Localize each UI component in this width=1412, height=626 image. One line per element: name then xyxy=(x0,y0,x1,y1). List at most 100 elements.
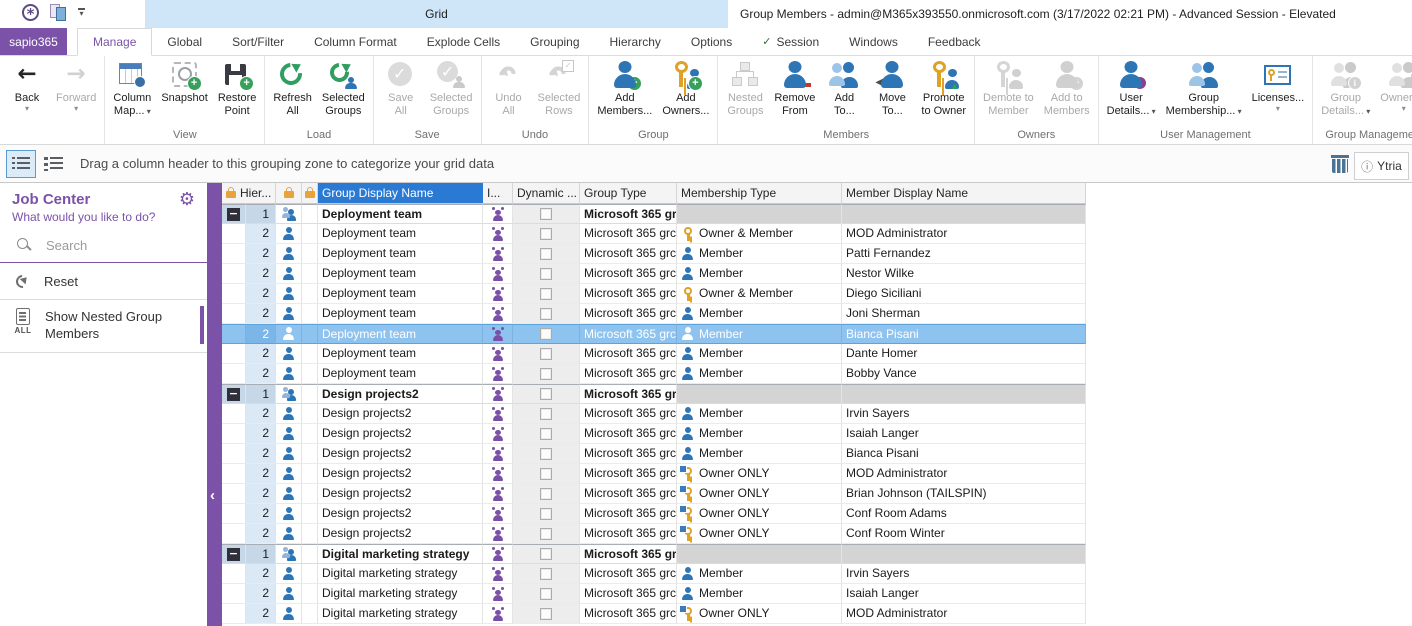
dynamic-membership-checkbox[interactable] xyxy=(540,228,552,240)
dynamic-membership-checkbox[interactable] xyxy=(540,588,552,600)
group-type-cell[interactable]: Microsoft 365 grc xyxy=(580,404,677,424)
grid-row[interactable]: 2Design projects2Microsoft 365 grcOwner … xyxy=(222,484,1086,504)
grid-row[interactable]: 2Digital marketing strategyMicrosoft 365… xyxy=(222,604,1086,624)
group-display-name-cell[interactable]: Design projects2 xyxy=(318,524,483,544)
grid-row[interactable]: 2Deployment teamMicrosoft 365 grcMemberN… xyxy=(222,264,1086,284)
row-type-icon-cell[interactable] xyxy=(276,284,302,304)
contextual-tab-band[interactable]: Grid xyxy=(145,0,728,28)
member-display-name-cell[interactable]: MOD Administrator xyxy=(842,224,1086,244)
hierarchy-level-cell[interactable]: 2 xyxy=(246,484,276,504)
dynamic-checkbox-cell[interactable] xyxy=(513,304,580,324)
member-display-name-cell[interactable]: MOD Administrator xyxy=(842,464,1086,484)
row-type-icon-cell[interactable] xyxy=(276,584,302,604)
m365-icon-cell[interactable] xyxy=(483,604,513,624)
group-display-name-cell[interactable]: Deployment team xyxy=(318,324,483,344)
group-display-name-cell[interactable]: Deployment team xyxy=(318,304,483,324)
m365-icon-cell[interactable] xyxy=(483,324,513,344)
spacer-cell[interactable] xyxy=(302,244,318,264)
ribbon-button-user-details[interactable]: UserDetails... ▾ xyxy=(1102,58,1161,118)
group-type-cell[interactable]: Microsoft 365 grc xyxy=(580,424,677,444)
group-display-name-cell[interactable]: Digital marketing strategy xyxy=(318,604,483,624)
spacer-cell[interactable] xyxy=(302,444,318,464)
hierarchy-expand-cell[interactable] xyxy=(222,464,246,484)
row-type-icon-cell[interactable] xyxy=(276,244,302,264)
row-type-icon-cell[interactable] xyxy=(276,224,302,244)
row-type-icon-cell[interactable] xyxy=(276,604,302,624)
member-display-name-cell[interactable] xyxy=(842,384,1086,404)
hierarchy-level-cell[interactable]: 2 xyxy=(246,564,276,584)
group-display-name-cell[interactable]: Digital marketing strategy xyxy=(318,544,483,564)
grid-row[interactable]: 2Design projects2Microsoft 365 grcOwner … xyxy=(222,464,1086,484)
dynamic-membership-checkbox[interactable] xyxy=(540,328,552,340)
sidebar-splitter[interactable]: ‹ xyxy=(207,183,222,626)
membership-type-cell[interactable]: Member xyxy=(677,404,842,424)
sidebar-item-show-nested-group-members[interactable]: ALL Show Nested Group Members xyxy=(0,300,207,353)
spacer-cell[interactable] xyxy=(302,224,318,244)
tab-column-format[interactable]: Column Format xyxy=(299,28,412,55)
group-display-name-cell[interactable]: Deployment team xyxy=(318,264,483,284)
dynamic-membership-checkbox[interactable] xyxy=(540,528,552,540)
membership-type-cell[interactable]: Owner ONLY xyxy=(677,604,842,624)
flat-list-icon[interactable] xyxy=(38,150,68,178)
hierarchy-level-cell[interactable]: 1 xyxy=(246,384,276,404)
spacer-cell[interactable] xyxy=(302,604,318,624)
row-type-icon-cell[interactable] xyxy=(276,324,302,344)
dynamic-checkbox-cell[interactable] xyxy=(513,344,580,364)
tab-hierarchy[interactable]: Hierarchy xyxy=(595,28,676,55)
hierarchy-level-cell[interactable]: 2 xyxy=(246,444,276,464)
tab-session[interactable]: ✓Session xyxy=(747,28,834,55)
row-type-icon-cell[interactable] xyxy=(276,364,302,384)
group-type-cell[interactable]: Microsoft 365 grc xyxy=(580,564,677,584)
dynamic-checkbox-cell[interactable] xyxy=(513,444,580,464)
ytria-brand-button[interactable]: ⓘYtria xyxy=(1354,152,1409,180)
hierarchy-level-cell[interactable]: 2 xyxy=(246,344,276,364)
spacer-cell[interactable] xyxy=(302,284,318,304)
sidebar-item-reset[interactable]: Reset xyxy=(0,263,207,300)
trash-icon[interactable] xyxy=(1332,155,1348,173)
m365-icon-cell[interactable] xyxy=(483,384,513,404)
group-type-cell[interactable]: Microsoft 365 grc xyxy=(580,284,677,304)
tab-options[interactable]: Options xyxy=(676,28,747,55)
dynamic-checkbox-cell[interactable] xyxy=(513,584,580,604)
ribbon-button-add-owners[interactable]: AddOwners... xyxy=(657,58,714,118)
spacer-cell[interactable] xyxy=(302,564,318,584)
membership-type-cell[interactable]: Owner ONLY xyxy=(677,464,842,484)
membership-type-cell[interactable] xyxy=(677,384,842,404)
row-type-icon-cell[interactable] xyxy=(276,484,302,504)
group-display-name-cell[interactable]: Design projects2 xyxy=(318,464,483,484)
dynamic-checkbox-cell[interactable] xyxy=(513,484,580,504)
column-header-dynamic[interactable]: Dynamic ... xyxy=(513,183,580,203)
hierarchy-expand-cell[interactable] xyxy=(222,424,246,444)
hierarchy-level-cell[interactable]: 2 xyxy=(246,464,276,484)
group-display-name-cell[interactable]: Deployment team xyxy=(318,224,483,244)
ribbon-button-remove-from[interactable]: RemoveFrom xyxy=(769,58,820,118)
tab-grouping[interactable]: Grouping xyxy=(515,28,594,55)
grid-row[interactable]: 2Design projects2Microsoft 365 grcMember… xyxy=(222,424,1086,444)
membership-type-cell[interactable]: Member xyxy=(677,264,842,284)
hierarchy-level-cell[interactable]: 2 xyxy=(246,504,276,524)
collapse-box-icon[interactable] xyxy=(227,548,240,561)
grid-row[interactable]: 2Deployment teamMicrosoft 365 grcMemberB… xyxy=(222,324,1086,344)
collapse-sidebar-icon[interactable]: ‹ xyxy=(210,488,215,503)
ribbon-button-group-membership[interactable]: GroupMembership... ▾ xyxy=(1161,58,1247,118)
m365-icon-cell[interactable] xyxy=(483,264,513,284)
group-type-cell[interactable]: Microsoft 365 grc xyxy=(580,524,677,544)
row-type-icon-cell[interactable] xyxy=(276,564,302,584)
m365-icon-cell[interactable] xyxy=(483,284,513,304)
member-display-name-cell[interactable]: Conf Room Adams xyxy=(842,504,1086,524)
grid-row[interactable]: 2Design projects2Microsoft 365 grcMember… xyxy=(222,444,1086,464)
group-display-name-cell[interactable]: Digital marketing strategy xyxy=(318,584,483,604)
membership-type-cell[interactable]: Member xyxy=(677,304,842,324)
group-type-cell[interactable]: Microsoft 365 grc xyxy=(580,604,677,624)
tab-explode-cells[interactable]: Explode Cells xyxy=(412,28,515,55)
membership-type-cell[interactable]: Owner ONLY xyxy=(677,524,842,544)
ribbon-button-add-to[interactable]: AddTo... xyxy=(820,58,868,118)
member-display-name-cell[interactable]: Joni Sherman xyxy=(842,304,1086,324)
group-type-cell[interactable]: Microsoft 365 gr xyxy=(580,204,677,224)
row-type-icon-cell[interactable] xyxy=(276,424,302,444)
dynamic-checkbox-cell[interactable] xyxy=(513,384,580,404)
hierarchy-expand-cell[interactable] xyxy=(222,284,246,304)
hierarchy-expand-cell[interactable] xyxy=(222,244,246,264)
m365-icon-cell[interactable] xyxy=(483,464,513,484)
tab-sapio365[interactable]: sapio365 xyxy=(0,28,67,55)
